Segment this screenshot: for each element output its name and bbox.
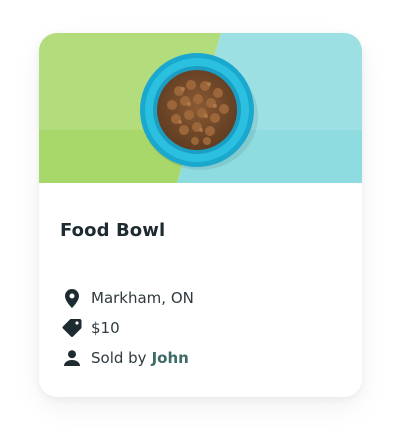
location-text: Markham, ON xyxy=(91,289,194,307)
listing-title: Food Bowl xyxy=(60,220,166,241)
seller-row: Sold by John xyxy=(62,348,189,368)
map-pin-icon xyxy=(62,288,82,308)
location-row: Markham, ON xyxy=(62,288,194,308)
listing-card[interactable]: Food Bowl Markham, ON $10 Sold by John xyxy=(39,33,362,397)
person-icon xyxy=(62,348,82,368)
price-text: $10 xyxy=(91,319,120,337)
listing-photo[interactable] xyxy=(39,33,362,183)
food-bowl-image xyxy=(39,33,362,183)
price-tag-icon xyxy=(62,318,82,338)
listing-details: Food Bowl Markham, ON $10 Sold by John xyxy=(39,183,362,397)
seller-prefix: Sold by xyxy=(91,349,147,367)
seller-name-link[interactable]: John xyxy=(152,349,189,367)
price-row: $10 xyxy=(62,318,120,338)
